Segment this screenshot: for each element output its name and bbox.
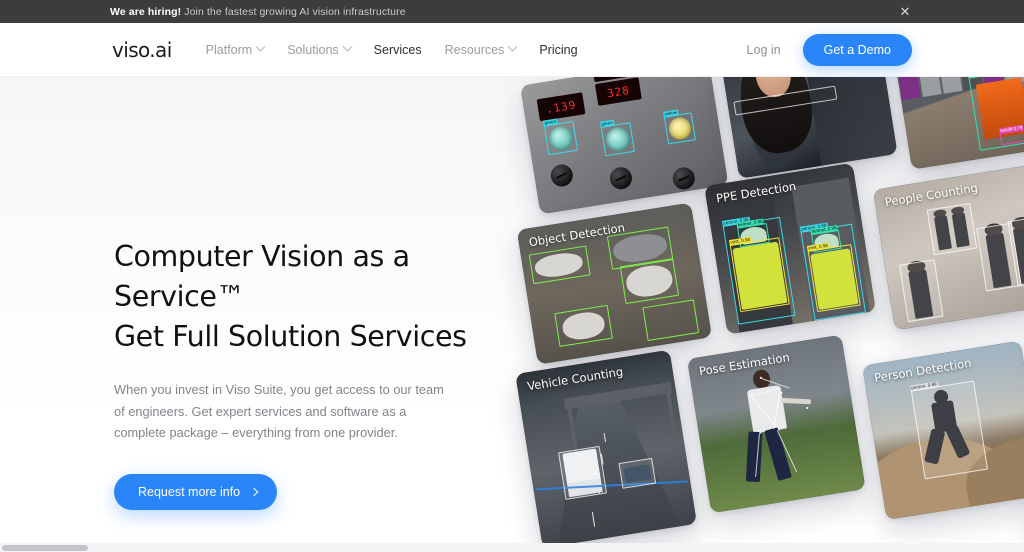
detection-label: green xyxy=(542,118,558,127)
request-more-info-button[interactable]: Request more info xyxy=(114,473,278,510)
counting-box xyxy=(898,259,944,323)
page-title: Computer Vision as a Service™ Get Full S… xyxy=(114,237,514,357)
chevron-down-icon xyxy=(507,41,518,52)
nav-item-resources[interactable]: Resources xyxy=(444,41,518,57)
announcement-highlight: We are hiring! xyxy=(110,5,182,18)
knob-1 xyxy=(549,162,575,189)
pose-keypoint xyxy=(750,395,753,398)
card-pose-estimation[interactable]: Pose Estimation xyxy=(687,334,866,514)
chevron-down-icon xyxy=(342,41,353,52)
card-image: .139 328 22.8 green green yellow xyxy=(520,77,729,215)
card-image: Angry: 1.2304 Fear: 0.92882 Happy: 100.0… xyxy=(717,77,898,179)
nav-item-pricing[interactable]: Pricing xyxy=(539,43,577,57)
hero-copy: Computer Vision as a Service™ Get Full S… xyxy=(114,237,514,510)
main-navigation: Platform Solutions Services Resources Pr… xyxy=(205,41,578,57)
nav-label: Services xyxy=(373,42,422,57)
detection-box: green xyxy=(542,118,579,156)
roadway xyxy=(537,390,682,545)
display-right: 328 xyxy=(594,77,642,106)
card-emotion-analysis[interactable]: Angry: 1.2304 Fear: 0.92882 Happy: 100.0… xyxy=(717,77,898,179)
detection-box xyxy=(528,245,591,285)
logo[interactable]: viso.ai xyxy=(112,38,172,62)
card-image: forklift 1.00 forklift 0.79 xyxy=(890,77,1024,170)
nav-item-services[interactable]: Services xyxy=(374,43,422,57)
scrollbar-thumb[interactable] xyxy=(2,545,88,551)
card-object-detection[interactable]: Object Detection xyxy=(516,202,712,365)
hero-title-line-1: Computer Vision as a Service™ xyxy=(114,240,410,313)
nav-label: Solutions xyxy=(287,42,339,57)
hero-section: Computer Vision as a Service™ Get Full S… xyxy=(0,77,1024,552)
detection-box-vest: vest, 0.98 xyxy=(806,242,861,313)
nav-item-solutions[interactable]: Solutions xyxy=(287,41,353,57)
card-ppe-detection[interactable]: person, 0.98 helmet, 0.96 vest, 0.98 per… xyxy=(704,162,876,335)
pose-keypoint xyxy=(778,428,780,431)
display-left: .139 xyxy=(536,92,586,122)
announcement-text: We are hiring! Join the fastest growing … xyxy=(110,6,406,18)
detection-box-vest: vest, 0.98 xyxy=(728,236,790,313)
announcement-rest: Join the fastest growing AI vision infra… xyxy=(181,5,406,18)
card-object-tracking[interactable]: forklift 1.00 forklift 0.79 Object Track… xyxy=(890,77,1024,170)
detection-box-person: person, 0.99 xyxy=(909,380,989,480)
horizontal-scrollbar[interactable] xyxy=(0,543,1024,552)
hero-paragraph: When you invest in Viso Suite, you get a… xyxy=(114,382,444,440)
detection-box xyxy=(554,304,613,347)
cta-label: Request more info xyxy=(138,484,241,499)
demo-card-collage: .139 328 22.8 green green yellow xyxy=(425,77,1024,552)
detection-box xyxy=(642,299,700,342)
chevron-right-icon xyxy=(249,487,259,496)
detection-box: yellow xyxy=(663,109,696,145)
knob-3 xyxy=(671,165,697,192)
pose-keypoint xyxy=(759,376,762,379)
card-people-counting[interactable]: People Counting xyxy=(872,161,1024,331)
site-header: viso.ai Platform Solutions Services Reso… xyxy=(0,23,1024,77)
knob-2 xyxy=(608,165,634,191)
pose-keypoint xyxy=(780,391,783,394)
announcement-banner: We are hiring! Join the fastest growing … xyxy=(0,0,1024,23)
pose-keypoint xyxy=(759,431,762,434)
chevron-down-icon xyxy=(255,41,266,52)
nav-label: Resources xyxy=(444,42,505,57)
arm xyxy=(780,397,812,405)
pose-keypoint xyxy=(806,406,808,409)
nav-label: Pricing xyxy=(539,42,578,57)
nav-item-platform[interactable]: Platform xyxy=(205,41,266,57)
card-machine-vision[interactable]: .139 328 22.8 green green yellow xyxy=(520,77,729,215)
tracking-label-top: forklift 1.00 xyxy=(967,77,993,79)
card-vehicle-counting[interactable]: Vehicle Counting xyxy=(515,349,697,549)
card-person-detection[interactable]: person, 0.99 Person Detection xyxy=(862,340,1024,520)
detection-label: person, 0.99 xyxy=(909,381,939,392)
counting-box xyxy=(618,457,657,489)
close-icon[interactable]: ✕ xyxy=(898,4,912,19)
leg xyxy=(745,431,763,483)
hero-title-line-2: Get Full Solution Services xyxy=(114,320,467,353)
get-a-demo-button[interactable]: Get a Demo xyxy=(802,33,912,66)
gantry-post xyxy=(666,392,677,433)
detection-label: green xyxy=(599,119,615,128)
counting-box xyxy=(926,202,978,256)
detection-box xyxy=(619,258,680,305)
detection-label: yellow xyxy=(663,109,679,118)
detection-box: green xyxy=(599,119,635,157)
counting-box xyxy=(558,445,608,500)
login-link[interactable]: Log in xyxy=(747,43,781,57)
header-actions: Log in Get a Demo xyxy=(747,33,912,66)
nav-label: Platform xyxy=(205,42,253,57)
